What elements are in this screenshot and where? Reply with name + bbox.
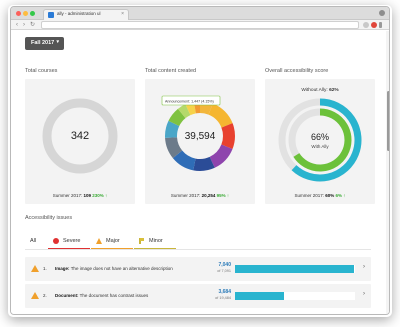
tab-all[interactable]: All (25, 236, 47, 249)
total-content-compare: Summer 2017: 20,254 95% ↑ (145, 193, 255, 198)
severe-underline (48, 247, 90, 249)
issue-count: 3,684 (218, 289, 231, 295)
issue-progress-track (235, 265, 355, 273)
minor-underline (134, 247, 176, 249)
chevron-down-icon: ▾ (56, 39, 59, 45)
severe-icon (53, 238, 59, 244)
tab-close-icon[interactable]: × (121, 11, 124, 17)
warning-icon (31, 265, 39, 272)
total-content-value: 39,594 (184, 131, 216, 142)
issue-total: of 7,091 (217, 269, 231, 273)
scrollbar-thumb[interactable] (387, 91, 389, 151)
forward-icon[interactable]: › (23, 21, 25, 29)
minor-flag-shape (140, 238, 144, 241)
total-courses-title: Total courses (25, 68, 58, 74)
term-selector[interactable]: Fall 2017 ▾ (25, 37, 64, 50)
back-icon[interactable]: ‹ (16, 21, 18, 29)
total-content-title: Total content created (145, 68, 197, 74)
issue-type: Document: (55, 293, 79, 298)
menu-icon[interactable] (379, 22, 382, 28)
issue-row[interactable]: 2. Document: The document has contrast i… (25, 284, 371, 308)
issue-text: The document has contrast issues (79, 293, 149, 298)
issue-number: 1. (43, 266, 47, 271)
accessibility-score-card: Without Ally: 62% 66% With Ally Summer 2… (265, 79, 375, 204)
issue-description: Image: The image does not have an altern… (55, 266, 173, 271)
issue-total: of 19,484 (215, 296, 231, 300)
total-content-card: Announcement: 1,447 (4.15%) 39,594 Summe… (145, 79, 255, 204)
favicon-icon (48, 12, 54, 18)
chevron-right-icon[interactable]: › (363, 291, 365, 297)
tab-minor[interactable]: Minor (134, 236, 176, 249)
opera-icon[interactable] (371, 22, 377, 28)
tabs-divider (25, 249, 371, 250)
issue-progress-track (235, 292, 355, 300)
issue-count: 7,040 (218, 262, 231, 268)
arrow-up-icon: ↑ (105, 193, 108, 198)
issue-number: 2. (43, 293, 47, 298)
tab-severe[interactable]: Severe (48, 236, 90, 249)
total-courses-compare: Summer 2017: 109 230% ↑ (25, 193, 135, 198)
tab-major-label: Major (106, 238, 120, 244)
total-courses-card: 342 Summer 2017: 109 230% ↑ (25, 79, 135, 204)
issue-progress-fill (235, 265, 354, 273)
compare-value: 60% (325, 193, 335, 198)
scrollbar[interactable] (386, 31, 389, 314)
donut-tooltip-text: Announcement: 1,447 (4.15%) (165, 99, 214, 103)
arrow-up-icon: ↑ (343, 193, 346, 198)
change-percent: 6% (335, 193, 343, 198)
accessibility-issues-title: Accessibility issues (25, 215, 73, 221)
close-window-button[interactable] (16, 11, 21, 16)
tab-severe-label: Severe (63, 238, 81, 244)
change-percent: 95% (216, 193, 226, 198)
maximize-window-button[interactable] (30, 11, 35, 16)
chevron-right-icon[interactable]: › (363, 264, 365, 270)
compare-label: Summer 2017: (170, 193, 201, 198)
change-percent: 230% (92, 193, 104, 198)
issue-row[interactable]: 1. Image: The image does not have an alt… (25, 257, 371, 281)
tab-title: ally - administration ul (57, 11, 101, 16)
address-bar[interactable] (41, 21, 359, 29)
compare-value: 20,254 (201, 193, 216, 198)
browser-window: ally - administration ul × ‹ › ↻ Fall 20… (10, 6, 390, 315)
term-label: Fall 2017 (31, 40, 55, 46)
accessibility-score-value: 66% (310, 132, 329, 142)
tab-all-label: All (30, 238, 37, 244)
browser-toolbar: ‹ › ↻ (11, 20, 389, 30)
total-courses-value: 342 (70, 130, 90, 142)
major-underline (91, 247, 133, 249)
issue-type: Image: (55, 266, 70, 271)
browser-tab[interactable]: ally - administration ul × (43, 9, 129, 20)
browser-titlebar: ally - administration ul × (11, 7, 389, 20)
compare-label: Summer 2017: (52, 193, 83, 198)
page-content: Fall 2017 ▾ Total courses 342 Summer 201… (11, 31, 389, 314)
issue-filter-tabs: All Severe Major Minor (25, 236, 370, 249)
compare-value: 109 (83, 193, 91, 198)
tab-major[interactable]: Major (91, 236, 133, 249)
reload-icon[interactable]: ↻ (30, 21, 35, 29)
accessibility-score-title: Overall accessibility score (265, 68, 329, 74)
warning-icon (31, 292, 39, 299)
minimize-window-button[interactable] (23, 11, 28, 16)
issue-text: The image does not have an alternative d… (70, 266, 173, 271)
with-ally-label: With Ally (311, 144, 329, 149)
accessibility-score-compare: Summer 2017: 60% 6% ↑ (265, 193, 375, 198)
extension-icon[interactable] (363, 22, 369, 28)
issue-description: Document: The document has contrast issu… (55, 293, 148, 298)
issue-progress-fill (235, 292, 285, 300)
major-warning-icon (96, 238, 102, 244)
tab-minor-label: Minor (149, 238, 163, 244)
account-icon[interactable] (379, 10, 385, 16)
arrow-up-icon: ↑ (226, 193, 230, 198)
compare-label: Summer 2017: (294, 193, 324, 198)
